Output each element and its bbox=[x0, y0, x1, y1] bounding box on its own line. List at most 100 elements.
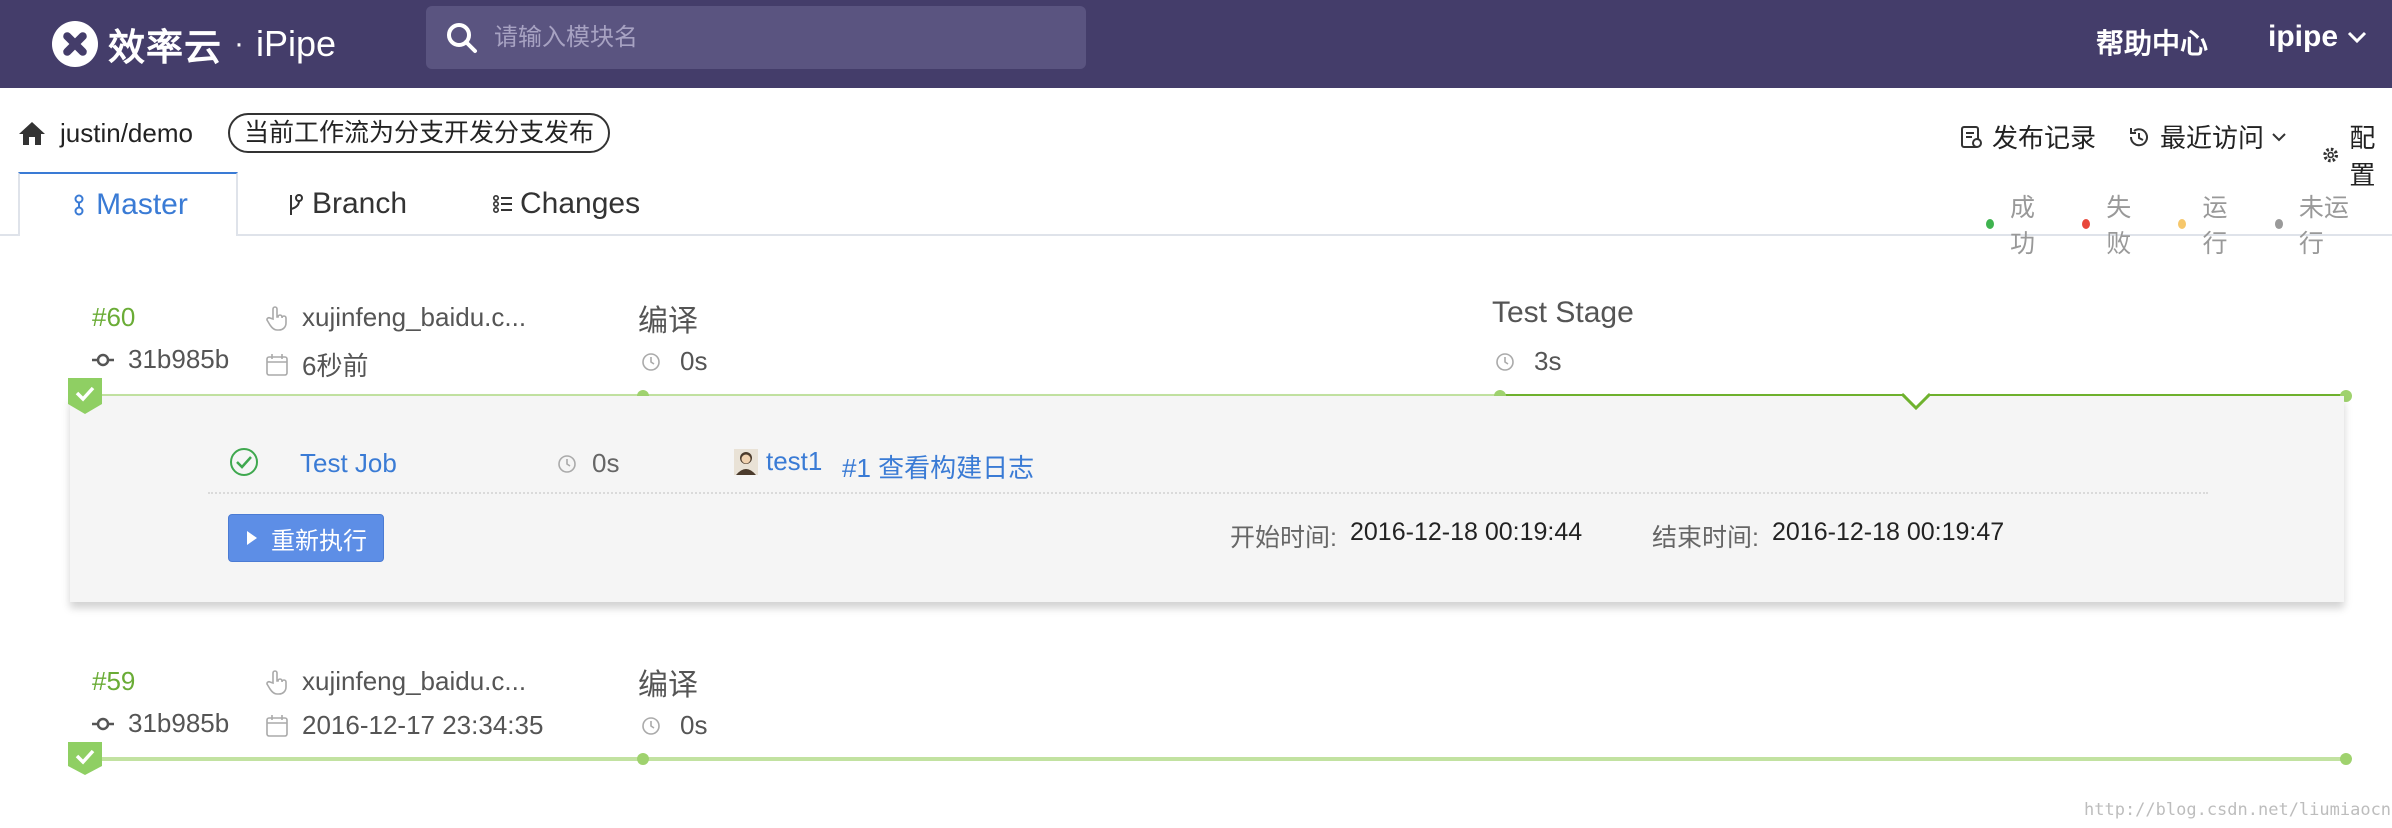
brand-product: iPipe bbox=[256, 23, 337, 64]
release-records-label: 发布记录 bbox=[1992, 123, 2097, 153]
build-time: 2016-12-17 23:34:35 bbox=[264, 710, 543, 741]
user-menu[interactable]: ipipe bbox=[2268, 20, 2368, 54]
job-status bbox=[228, 446, 260, 478]
rerun-label: 重新执行 bbox=[271, 527, 367, 555]
legend-failed-label: 失败 bbox=[2106, 194, 2132, 258]
commit-hash[interactable]: 31b985b bbox=[90, 344, 229, 375]
avatar bbox=[734, 448, 758, 475]
legend-running: 运行 bbox=[2178, 188, 2242, 260]
help-center-link[interactable]: 帮助中心 bbox=[2096, 22, 2208, 62]
recent-visits-dropdown[interactable]: 最近访问 bbox=[2126, 118, 2288, 155]
commit-hash-label: 31b985b bbox=[128, 344, 230, 374]
start-time-value: 2016-12-18 00:19:44 bbox=[1350, 518, 1583, 546]
clock-icon bbox=[1496, 352, 1514, 371]
job-name-link[interactable]: Test Job bbox=[300, 448, 397, 479]
tab-changes-label: Changes bbox=[520, 187, 641, 220]
hand-pointer-icon bbox=[266, 669, 287, 695]
build-time-label: 2016-12-17 23:34:35 bbox=[302, 710, 544, 740]
build-time-label: 6秒前 bbox=[302, 351, 369, 381]
tab-branch-label: Branch bbox=[312, 187, 408, 220]
brand-logo-link[interactable]: 效率云 · iPipe bbox=[52, 14, 336, 74]
job-duration-label: 0s bbox=[592, 448, 620, 478]
brand-logo-icon bbox=[52, 21, 98, 67]
user-name: ipipe bbox=[2268, 20, 2339, 53]
calendar-icon bbox=[266, 714, 288, 737]
commit-hash-label: 31b985b bbox=[128, 708, 230, 738]
branch-master-icon bbox=[74, 194, 84, 216]
top-navbar: 效率云 · iPipe 帮助中心 ipipe bbox=[0, 0, 2392, 88]
stage-duration-label: 0s bbox=[680, 346, 708, 376]
search-icon bbox=[447, 22, 477, 53]
brand-separator: · bbox=[234, 27, 244, 60]
legend-success-label: 成功 bbox=[2010, 194, 2036, 258]
clock-icon bbox=[558, 454, 576, 473]
job-divider bbox=[208, 492, 2208, 494]
commit-icon bbox=[92, 717, 114, 730]
home-icon[interactable] bbox=[18, 120, 46, 146]
build-time: 6秒前 bbox=[264, 346, 368, 383]
build-success-badge-icon bbox=[68, 378, 102, 414]
start-time-label: 开始时间: bbox=[1230, 524, 1337, 552]
stage-name: Test Stage bbox=[1492, 296, 1634, 329]
build-log-link[interactable]: #1 查看构建日志 bbox=[842, 448, 1034, 485]
branch-icon bbox=[290, 194, 303, 215]
commit-icon bbox=[92, 353, 114, 366]
stage-duration-label: 3s bbox=[1534, 346, 1562, 376]
settings-link[interactable]: 配置 bbox=[2320, 118, 2392, 192]
stage-duration: 0s bbox=[640, 710, 707, 741]
trigger-user-label: xujinfeng_baidu.c... bbox=[302, 666, 527, 696]
chevron-down-icon bbox=[2272, 132, 2286, 141]
document-icon bbox=[1961, 125, 1982, 148]
build-success-badge-icon bbox=[68, 742, 102, 775]
success-dot-icon bbox=[1986, 219, 1995, 229]
tab-master[interactable]: Master bbox=[18, 172, 238, 236]
stage-duration: 3s bbox=[1494, 346, 1561, 377]
end-time-value: 2016-12-18 00:19:47 bbox=[1772, 518, 2005, 546]
pipeline-end-node bbox=[2340, 753, 2352, 765]
tab-changes[interactable]: Changes bbox=[492, 172, 640, 236]
build-number-link[interactable]: #59 bbox=[92, 666, 135, 697]
commit-hash[interactable]: 31b985b bbox=[90, 708, 229, 739]
status-legend: 成功 失败 运行 未运行 bbox=[1986, 188, 2392, 260]
release-records-link[interactable]: 发布记录 bbox=[1958, 118, 2096, 155]
legend-not-run-label: 未运行 bbox=[2298, 194, 2349, 258]
hand-pointer-icon bbox=[266, 305, 287, 331]
not-run-dot-icon bbox=[2274, 219, 2283, 229]
tab-master-label: Master bbox=[96, 188, 188, 221]
legend-running-label: 运行 bbox=[2202, 194, 2228, 258]
brand-name: 效率云 bbox=[108, 27, 222, 68]
calendar-icon bbox=[266, 353, 288, 376]
clock-icon bbox=[642, 716, 660, 735]
settings-label: 配置 bbox=[2349, 123, 2376, 190]
stage-duration-label: 0s bbox=[680, 710, 708, 740]
build-number-link[interactable]: #60 bbox=[92, 302, 135, 333]
trigger-user: xujinfeng_baidu.c... bbox=[264, 302, 526, 333]
end-time-label: 结束时间: bbox=[1652, 524, 1759, 552]
watermark: http://blog.csdn.net/liumiaocn bbox=[2084, 800, 2392, 820]
list-icon bbox=[492, 195, 512, 213]
trigger-user: xujinfeng_baidu.c... bbox=[264, 666, 526, 697]
clock-icon bbox=[642, 352, 660, 371]
chevron-down-icon bbox=[2347, 31, 2367, 44]
job-user-label: test1 bbox=[766, 446, 823, 476]
job-user[interactable]: test1 bbox=[734, 446, 822, 477]
stage-name: 编译 bbox=[638, 669, 698, 702]
success-check-icon bbox=[230, 448, 258, 476]
project-path[interactable]: justin/demo bbox=[60, 118, 193, 149]
legend-failed: 失败 bbox=[2082, 188, 2146, 260]
stage-name: 编译 bbox=[638, 305, 698, 338]
stage-duration: 0s bbox=[640, 346, 707, 377]
rerun-button[interactable]: 重新执行 bbox=[228, 514, 384, 562]
pipeline-track bbox=[84, 757, 2346, 761]
module-search-box bbox=[426, 6, 1086, 69]
gear-icon bbox=[2323, 147, 2339, 163]
stage-node[interactable] bbox=[637, 753, 649, 765]
workflow-badge: 当前工作流为分支开发分支发布 bbox=[228, 113, 611, 153]
failed-dot-icon bbox=[2082, 219, 2091, 229]
running-dot-icon bbox=[2178, 219, 2187, 229]
tab-branch[interactable]: Branch bbox=[284, 172, 407, 236]
play-icon bbox=[247, 531, 257, 545]
legend-success: 成功 bbox=[1986, 188, 2050, 260]
module-search-input[interactable] bbox=[494, 23, 1086, 52]
selected-stage-caret-icon bbox=[1902, 392, 1930, 410]
